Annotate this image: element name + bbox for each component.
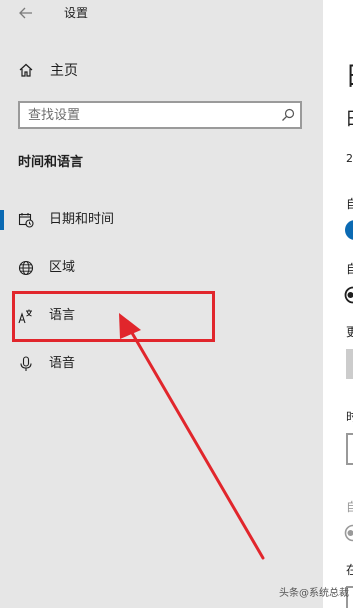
globe-icon [18, 260, 34, 276]
current-date-text: 2 [346, 152, 353, 165]
sidebar-item-region[interactable]: 区域 [0, 248, 320, 288]
page-heading: 日 [345, 56, 353, 93]
microphone-icon [20, 356, 32, 371]
home-label: 主页 [50, 63, 78, 79]
back-arrow-icon [19, 7, 32, 19]
toggle-switch[interactable] [345, 220, 353, 240]
setting-label: 更 [346, 325, 353, 339]
home-icon [19, 63, 33, 77]
calendar-clock-icon [18, 213, 34, 228]
section-heading: 日 [345, 105, 353, 131]
back-button[interactable] [14, 3, 38, 23]
setting-label: 时 [346, 410, 353, 424]
sidebar-item-label: 日期和时间 [49, 212, 115, 227]
search-input[interactable] [28, 106, 268, 124]
setting-label: 自 [346, 262, 353, 276]
watermark: 头条@系统总裁 [279, 588, 349, 599]
window-title: 设置 [64, 6, 89, 20]
annotation-highlight-box [12, 291, 215, 342]
timezone-dropdown[interactable] [346, 433, 353, 465]
sidebar-item-home[interactable]: 主页 [18, 58, 78, 82]
search-box[interactable] [18, 101, 302, 129]
main-pane: 日 日 2 自 自 更 时 自 在 [323, 0, 353, 608]
sidebar-item-label: 语音 [49, 356, 76, 371]
section-title: 时间和语言 [18, 155, 84, 170]
search-icon[interactable] [280, 107, 296, 123]
toggle-off-icon[interactable] [344, 286, 353, 304]
sidebar-item-label: 区域 [49, 260, 76, 275]
setting-label: 自 [346, 500, 353, 514]
active-indicator [0, 210, 4, 230]
sidebar: 设置 主页 时间和语言 日期和时间 [0, 0, 323, 608]
change-button[interactable] [346, 349, 353, 379]
setting-label: 自 [346, 197, 353, 211]
setting-label: 在 [346, 563, 353, 577]
toggle-disabled-icon[interactable] [344, 524, 353, 542]
sidebar-item-speech[interactable]: 语音 [0, 344, 320, 384]
sidebar-item-date-time[interactable]: 日期和时间 [0, 200, 320, 240]
